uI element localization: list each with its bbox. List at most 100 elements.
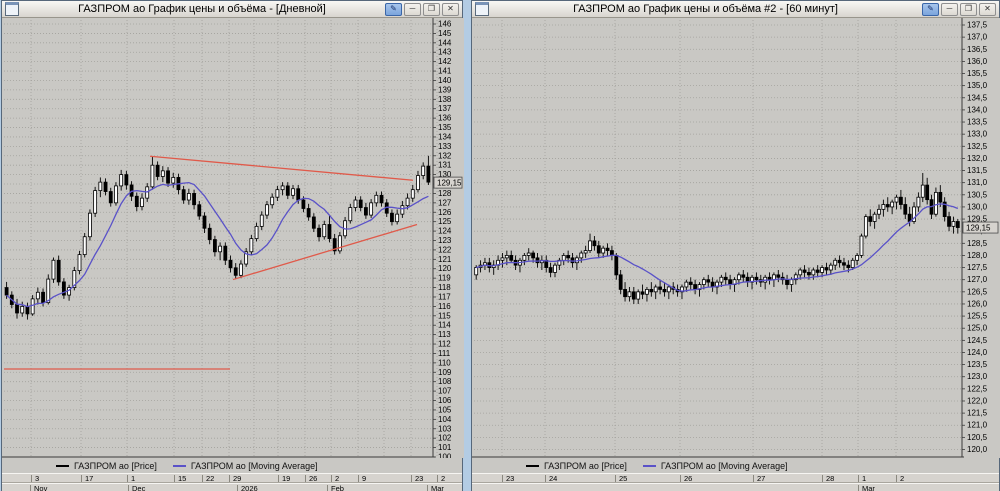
svg-text:123,5: 123,5 xyxy=(967,360,988,369)
ruler-label: 2 xyxy=(441,474,446,483)
close-button[interactable]: ✕ xyxy=(979,2,996,16)
svg-text:133,5: 133,5 xyxy=(967,118,988,127)
svg-text:112: 112 xyxy=(438,340,451,349)
svg-text:126: 126 xyxy=(438,208,452,217)
svg-text:137: 137 xyxy=(438,104,452,113)
ruler-divider xyxy=(31,475,32,482)
svg-text:140: 140 xyxy=(438,76,452,85)
svg-text:117: 117 xyxy=(438,292,451,301)
restore-button[interactable]: ❐ xyxy=(423,2,440,16)
svg-text:132,0: 132,0 xyxy=(967,154,988,163)
svg-text:137,5: 137,5 xyxy=(967,21,988,30)
chart-window-hourly: ГАЗПРОМ ао График цены и объёма #2 - [60… xyxy=(471,0,1000,491)
svg-text:129,15: 129,15 xyxy=(437,179,462,188)
ruler-label: 24 xyxy=(549,474,558,483)
ruler-label: 26 xyxy=(684,474,693,483)
window-titlebar[interactable]: ГАЗПРОМ ао График цены и объёма #2 - [60… xyxy=(472,1,999,18)
svg-text:109: 109 xyxy=(438,368,452,377)
svg-text:105: 105 xyxy=(438,405,452,414)
price-series-swatch xyxy=(526,464,539,467)
ruler-divider xyxy=(174,475,175,482)
ruler-label: 15 xyxy=(178,474,187,483)
ruler-divider xyxy=(127,475,128,482)
svg-text:142: 142 xyxy=(438,57,452,66)
svg-text:103: 103 xyxy=(438,424,452,433)
ruler-label: 3 xyxy=(35,474,40,483)
ruler-divider xyxy=(305,475,306,482)
svg-text:135: 135 xyxy=(438,123,452,132)
window-titlebar[interactable]: ГАЗПРОМ ао График цены и объёма - [Дневн… xyxy=(2,1,462,18)
svg-text:120,5: 120,5 xyxy=(967,433,988,442)
draw-tool-button[interactable]: ✎ xyxy=(922,2,939,16)
svg-text:107: 107 xyxy=(438,387,452,396)
svg-text:136: 136 xyxy=(438,114,452,123)
ruler-label: 1 xyxy=(862,474,867,483)
ruler-divider xyxy=(358,475,359,482)
svg-text:101: 101 xyxy=(438,443,452,452)
minimize-button[interactable]: ─ xyxy=(941,2,958,16)
ruler-divider xyxy=(822,475,823,482)
svg-text:146: 146 xyxy=(438,20,452,29)
ruler-divider xyxy=(327,485,328,491)
ruler-label: 19 xyxy=(282,474,291,483)
svg-text:108: 108 xyxy=(438,377,452,386)
price-chart-hourly[interactable]: 137,5 137,0 136,5 136,0 135,5 135,0 134,5 134,0… xyxy=(472,18,1000,458)
svg-text:120,0: 120,0 xyxy=(967,445,988,454)
date-ruler-months[interactable]: Nov Dec 2026 Feb Mar xyxy=(2,483,462,491)
svg-text:132: 132 xyxy=(438,151,452,160)
svg-text:118: 118 xyxy=(438,283,451,292)
date-ruler-months[interactable]: Mar xyxy=(472,483,999,491)
close-button[interactable]: ✕ xyxy=(442,2,459,16)
ruler-label: 2 xyxy=(900,474,905,483)
ruler-divider xyxy=(237,485,238,491)
svg-text:121: 121 xyxy=(438,255,452,264)
svg-text:125,0: 125,0 xyxy=(967,324,988,333)
svg-text:128: 128 xyxy=(438,189,452,198)
draw-tool-button[interactable]: ✎ xyxy=(385,2,402,16)
ruler-divider xyxy=(437,475,438,482)
svg-text:128,0: 128,0 xyxy=(967,251,988,260)
svg-text:141: 141 xyxy=(438,67,452,76)
ruler-divider xyxy=(278,475,279,482)
svg-text:123,0: 123,0 xyxy=(967,372,988,381)
svg-text:145: 145 xyxy=(438,29,452,38)
ruler-label: Mar xyxy=(431,484,444,491)
ruler-divider xyxy=(229,475,230,482)
ruler-divider xyxy=(858,475,859,482)
ma-series-label: ГАЗПРОМ ао [Moving Average] xyxy=(190,460,318,471)
ruler-divider xyxy=(331,475,332,482)
svg-text:123: 123 xyxy=(438,236,452,245)
svg-text:137,0: 137,0 xyxy=(967,33,988,42)
price-series-swatch xyxy=(56,464,69,467)
ruler-divider xyxy=(502,475,503,482)
svg-text:115: 115 xyxy=(438,311,451,320)
svg-text:127: 127 xyxy=(438,198,452,207)
ruler-divider xyxy=(896,475,897,482)
svg-text:125: 125 xyxy=(438,217,452,226)
restore-button[interactable]: ❐ xyxy=(960,2,977,16)
ruler-divider xyxy=(128,485,129,491)
svg-text:124: 124 xyxy=(438,227,452,236)
svg-text:127,5: 127,5 xyxy=(967,263,988,272)
svg-text:131,0: 131,0 xyxy=(967,178,988,187)
date-ruler-days[interactable]: 3 17 1 15 22 29 19 26 2 9 23 2 xyxy=(2,473,462,483)
svg-text:126,5: 126,5 xyxy=(967,287,988,296)
ruler-label: 2026 xyxy=(241,484,258,491)
ruler-divider xyxy=(858,485,859,491)
date-ruler-days[interactable]: 23 24 25 26 27 28 1 2 xyxy=(472,473,999,483)
svg-text:133: 133 xyxy=(438,142,452,151)
price-chart-daily[interactable]: 1461451441431421411401391381371361351341… xyxy=(2,18,464,458)
chart-legend: ГАЗПРОМ ао [Price] ГАЗПРОМ ао [Moving Av… xyxy=(472,458,999,473)
svg-text:102: 102 xyxy=(438,434,452,443)
svg-text:134,5: 134,5 xyxy=(967,93,988,102)
ruler-label: Dec xyxy=(132,484,146,491)
ruler-label: 29 xyxy=(233,474,242,483)
svg-text:116: 116 xyxy=(438,302,451,311)
svg-text:128,5: 128,5 xyxy=(967,239,988,248)
ruler-divider xyxy=(427,485,428,491)
price-series-label: ГАЗПРОМ ао [Price] xyxy=(544,460,627,471)
svg-text:136,0: 136,0 xyxy=(967,57,988,66)
ruler-label: 28 xyxy=(826,474,835,483)
svg-text:143: 143 xyxy=(438,48,452,57)
minimize-button[interactable]: ─ xyxy=(404,2,421,16)
